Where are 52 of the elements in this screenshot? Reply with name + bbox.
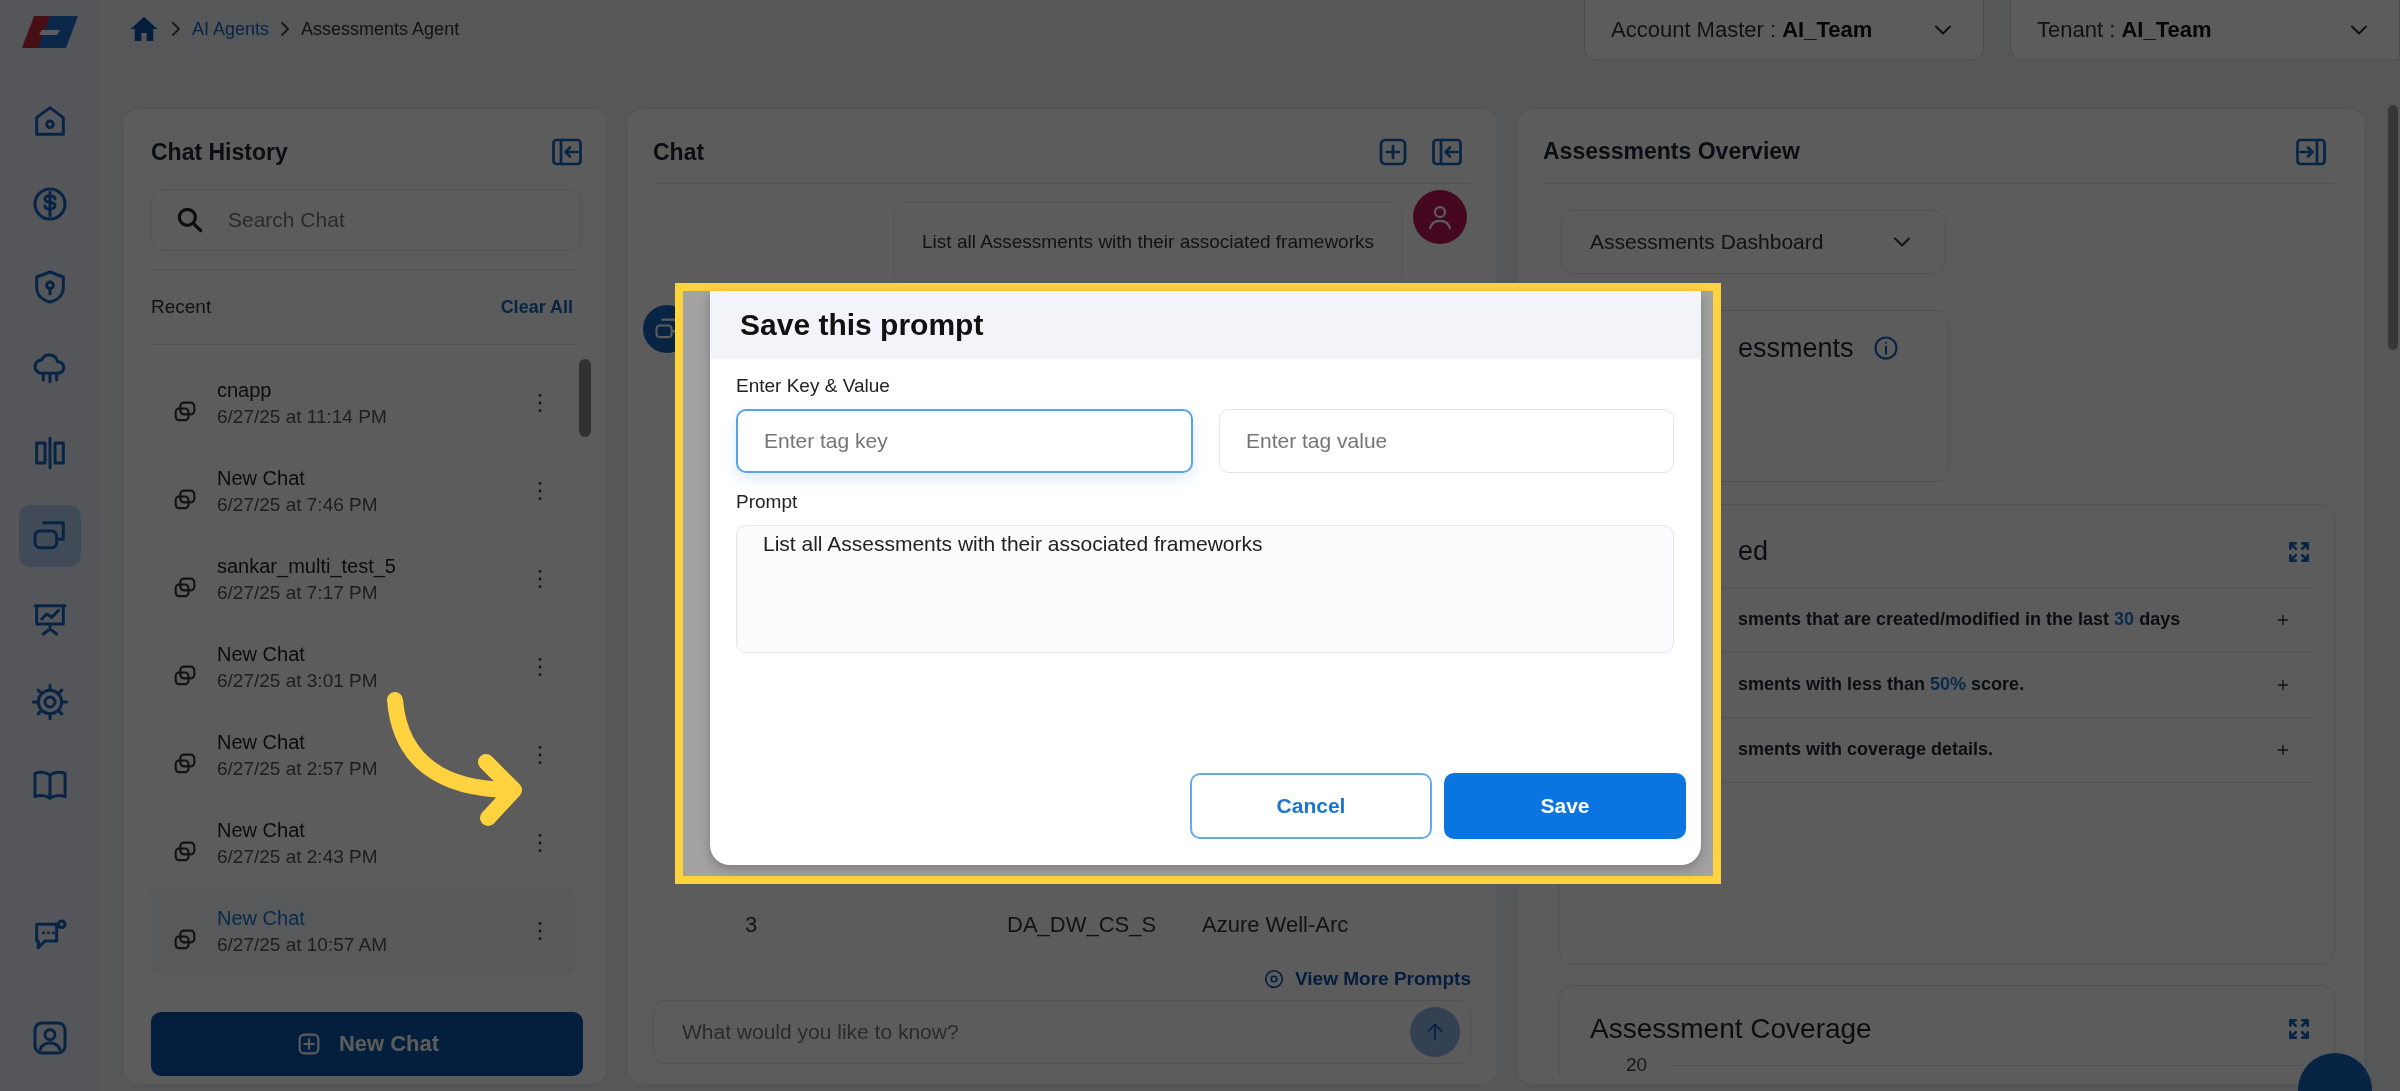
- chat-history-item[interactable]: sankar_multi_test_5 6/27/25 at 7:17 PM: [151, 535, 575, 623]
- scope-dropdown[interactable]: Account Master : AI_Team: [1584, 0, 1984, 60]
- cancel-button[interactable]: Cancel: [1190, 773, 1432, 839]
- panel-title: Assessments Overview: [1543, 138, 1800, 166]
- prompt-field[interactable]: List all Assessments with their associated frameworks: [736, 525, 1674, 653]
- card-title: essments: [1738, 332, 1854, 364]
- table-cell: Azure Well-Arc: [1202, 912, 1349, 938]
- chat-history-item[interactable]: New Chat 6/27/25 at 10:57 AM: [151, 887, 575, 975]
- chat-time: 6/27/25 at 2:43 PM: [217, 845, 379, 868]
- suggestion-text[interactable]: sments with coverage details.: [1738, 739, 1994, 761]
- chat-name: New Chat: [217, 906, 306, 930]
- chat-name: New Chat: [217, 466, 306, 490]
- chat-history-item[interactable]: New Chat 6/27/25 at 7:46 PM: [151, 447, 575, 535]
- view-more-prompts-link[interactable]: View More Prompts: [1263, 968, 1471, 990]
- tag-value-field[interactable]: Enter tag value: [1219, 409, 1674, 473]
- breadcrumb-link[interactable]: AI Agents: [192, 18, 270, 40]
- tag-key-field[interactable]: Enter tag key: [736, 409, 1193, 473]
- save-button[interactable]: Save: [1444, 773, 1686, 839]
- clear-all-link[interactable]: Clear All: [500, 296, 573, 318]
- chat-name: New Chat: [217, 642, 306, 666]
- section-label: Recent: [151, 296, 212, 318]
- table-cell-text: DA_DW_CS_S: [1007, 912, 1158, 938]
- chat-name: sankar_multi_test_5: [217, 554, 397, 578]
- card-title: ed: [1738, 536, 1769, 568]
- field-label: Enter Key & Value: [736, 375, 891, 397]
- table-cell-text: 3: [745, 912, 759, 938]
- chat-time: 6/27/25 at 11:14 PM: [217, 405, 388, 428]
- suggestion-text[interactable]: sments that are created/modified in the last 30 days: [1738, 609, 2181, 631]
- chat-time: 6/27/25 at 7:46 PM: [217, 493, 379, 516]
- breadcrumb-current: Assessments Agent: [301, 18, 460, 40]
- panel-title: Chat: [653, 138, 705, 166]
- scope-dropdown[interactable]: Tenant : AI_Team: [2010, 0, 2400, 60]
- chat-history-item[interactable]: cnapp 6/27/25 at 11:14 PM: [151, 359, 575, 447]
- chat-name: New Chat: [217, 730, 306, 754]
- chat-name: New Chat: [217, 818, 306, 842]
- card-title: Assessment Coverage: [1590, 1013, 1872, 1045]
- chat-history-item[interactable]: New Chat 6/27/25 at 2:57 PM: [151, 711, 575, 799]
- chat-time: 6/27/25 at 10:57 AM: [217, 933, 389, 956]
- dashboard-dropdown[interactable]: Assessments Dashboard: [1561, 209, 1945, 274]
- field-label: Prompt: [736, 491, 799, 513]
- chat-history-item[interactable]: New Chat 6/27/25 at 3:01 PM: [151, 623, 575, 711]
- suggestion-text[interactable]: sments with less than 50% score.: [1738, 674, 2025, 696]
- new-chat-button[interactable]: New Chat: [151, 1012, 583, 1076]
- dialog-title: Save this prompt: [740, 308, 984, 342]
- axis-tick: 20: [1626, 1054, 1648, 1076]
- panel-title: Chat History: [151, 138, 288, 166]
- chat-name: cnapp: [217, 378, 273, 402]
- chat-history-item[interactable]: New Chat 6/27/25 at 2:43 PM: [151, 799, 575, 887]
- user-message: List all Assessments with their associated frameworks: [893, 202, 1403, 282]
- chat-time: 6/27/25 at 3:01 PM: [217, 669, 379, 692]
- chat-time: 6/27/25 at 7:17 PM: [217, 581, 379, 604]
- chat-time: 6/27/25 at 2:57 PM: [217, 757, 379, 780]
